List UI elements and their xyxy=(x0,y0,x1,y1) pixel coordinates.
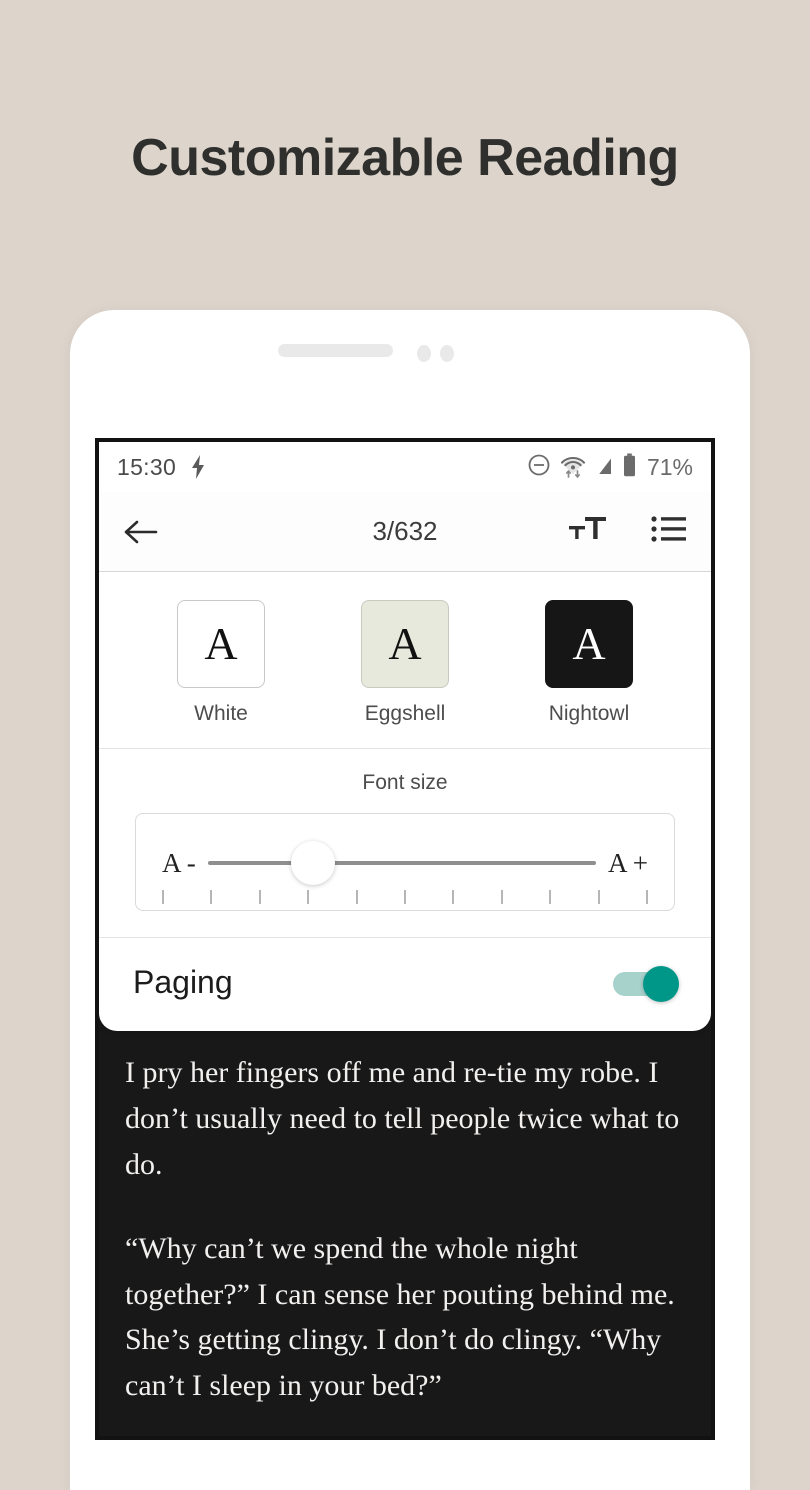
increase-font-label[interactable]: A + xyxy=(608,848,648,879)
paging-setting-row[interactable]: Paging xyxy=(99,938,711,1031)
slider-tick xyxy=(162,890,164,904)
bolt-icon xyxy=(190,455,206,479)
font-size-section: Font size A - A + xyxy=(99,749,711,938)
paging-toggle[interactable] xyxy=(613,965,679,1002)
phone-screen: I pry her fingers off me and re-tie my r… xyxy=(95,438,715,1440)
wifi-data-icon xyxy=(560,452,586,483)
page-title: Customizable Reading xyxy=(131,129,679,187)
reader-toolbar: 3/632 xyxy=(99,492,711,572)
slider-tick xyxy=(307,890,310,904)
theme-option-eggshell[interactable]: A Eggshell xyxy=(361,600,449,726)
slider-tick-marks xyxy=(162,890,648,904)
theme-label-eggshell: Eggshell xyxy=(364,702,446,725)
battery-icon xyxy=(623,453,636,482)
decrease-font-label[interactable]: A - xyxy=(162,848,196,879)
slider-tick xyxy=(355,890,358,904)
battery-percent: 71% xyxy=(646,453,693,480)
font-size-slider[interactable] xyxy=(207,841,596,885)
text-size-icon[interactable] xyxy=(567,513,607,550)
slider-tick xyxy=(500,890,503,904)
font-size-slider-container[interactable]: A - A + xyxy=(135,813,675,911)
theme-selector: A White A Eggshell A Nightowl xyxy=(99,572,711,749)
reader-settings-panel: A White A Eggshell A Nightowl Font size … xyxy=(99,572,711,1031)
slider-tick xyxy=(597,890,600,904)
back-arrow-icon[interactable] xyxy=(123,517,159,547)
status-icons: 71% xyxy=(527,452,693,483)
reader-paragraph: I pry her fingers off me and re-tie my r… xyxy=(125,1056,680,1181)
theme-label-nightowl: Nightowl xyxy=(548,702,630,725)
slider-tick xyxy=(258,890,261,904)
signal-off-icon xyxy=(595,453,614,482)
do-not-disturb-icon xyxy=(527,453,551,482)
earpiece-speaker xyxy=(278,344,393,357)
slider-track[interactable] xyxy=(207,861,596,865)
table-of-contents-icon[interactable] xyxy=(651,514,687,549)
theme-swatch-white[interactable]: A xyxy=(177,600,265,688)
theme-label-white: White xyxy=(194,702,248,725)
slider-tick xyxy=(645,890,648,904)
theme-swatch-nightowl[interactable]: A xyxy=(545,600,633,688)
slider-tick xyxy=(549,890,552,904)
font-size-title: Font size xyxy=(362,771,448,794)
proximity-sensor-icon xyxy=(440,345,454,362)
slider-tick xyxy=(403,890,406,904)
paging-label: Paging xyxy=(133,964,233,1000)
status-time: 15:30 xyxy=(117,453,177,480)
front-camera-icon xyxy=(417,345,431,362)
reader-paragraph: “Why can’t we spend the whole night toge… xyxy=(125,1231,675,1403)
theme-swatch-eggshell[interactable]: A xyxy=(361,600,449,688)
slider-thumb[interactable] xyxy=(290,841,335,885)
slider-tick xyxy=(452,890,455,904)
theme-option-white[interactable]: A White xyxy=(177,600,265,726)
toggle-thumb xyxy=(643,965,679,1002)
theme-option-nightowl[interactable]: A Nightowl xyxy=(545,600,633,726)
status-bar: 15:30 71% xyxy=(99,442,711,492)
slider-tick xyxy=(210,890,213,904)
